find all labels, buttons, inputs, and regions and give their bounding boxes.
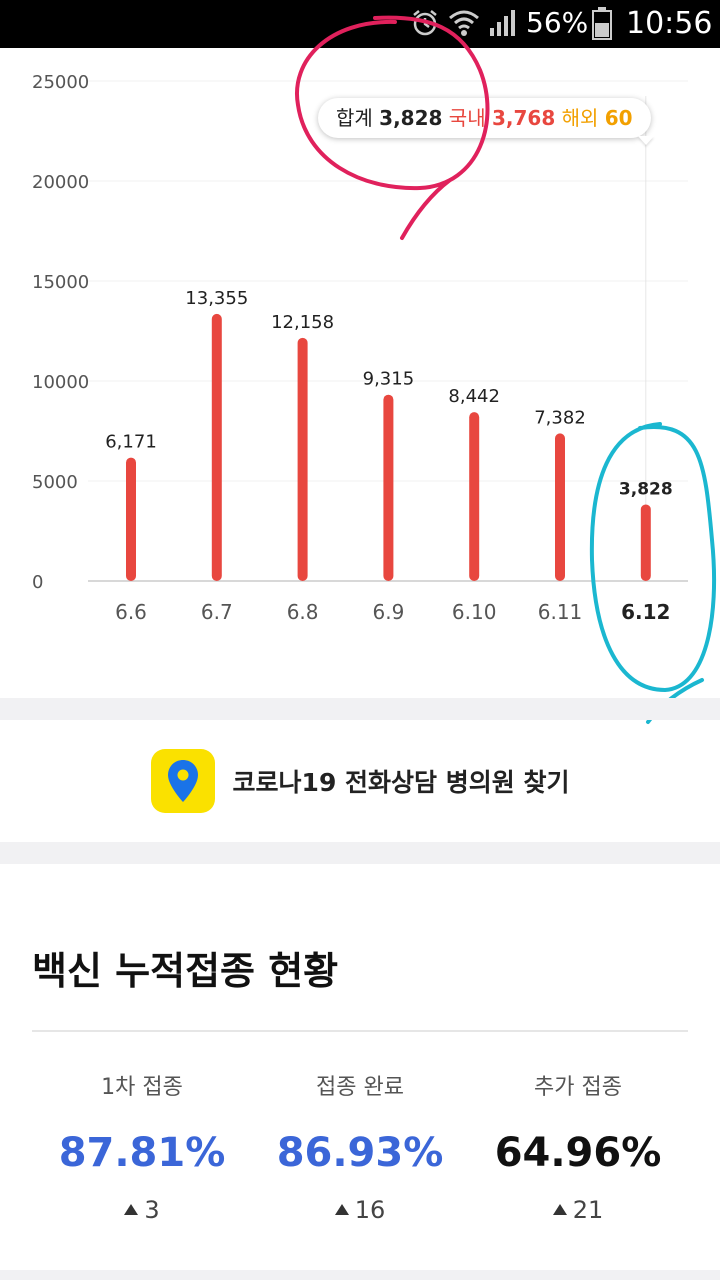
daily-cases-chart: 0 5000 10000 15000 20000 25000 6,171 6.6 13,355 6… [0,48,720,698]
vaccine-stat-complete: 접종 완료 86.93% 16 [250,1068,470,1224]
bar-value-label: 13,355 [185,288,248,309]
up-triangle-icon [334,1204,349,1215]
signal-icon [488,8,516,42]
clinic-finder-link[interactable]: 코로나19 전화상담 병의원 찾기 [0,720,720,842]
tooltip-domestic-value: 3,768 [491,106,556,130]
stat-percentage: 87.81% [58,1130,226,1176]
clock: 10:56 [626,6,713,41]
bar-value-label: 7,382 [534,407,586,428]
stat-change: 3 [32,1196,252,1224]
stat-percentage: 86.93% [276,1130,444,1176]
bar [297,337,308,581]
y-tick-label: 5000 [32,472,78,493]
y-tick-label: 10000 [32,372,89,393]
x-tick-label: 6.10 [452,600,497,624]
y-tick-label: 15000 [32,272,89,293]
stat-change-value: 21 [572,1196,604,1224]
up-triangle-icon [552,1204,567,1215]
wifi-icon [448,8,480,42]
up-triangle-icon [124,1204,139,1215]
y-tick-label: 25000 [32,72,89,93]
y-tick-label: 0 [32,572,43,593]
stat-change: 16 [250,1196,470,1224]
stat-change-value: 3 [144,1196,160,1224]
y-tick-label: 20000 [32,172,89,193]
bar [126,457,136,581]
tooltip-total-value: 3,828 [379,106,443,130]
bar-value-label: 9,315 [363,369,415,390]
divider [32,1030,688,1032]
x-tick-label: 6.8 [287,600,319,624]
tooltip-pointer [638,136,654,145]
bar [469,412,480,581]
alarm-icon [410,8,440,42]
section-separator [0,698,720,720]
tooltip-domestic-label: 국내 [448,106,486,130]
bar-chart: 0 5000 10000 15000 20000 25000 6,171 6.6 13,355 6… [32,72,688,624]
bar-value-label: 6,171 [105,432,157,453]
vaccine-section-title: 백신 누적접종 현황 [32,949,339,993]
x-tick-label: 6.7 [201,600,233,624]
stat-label: 추가 접종 [534,1075,622,1100]
tooltip-total-label: 합계 [336,106,373,130]
bar-value-label: 3,828 [619,479,673,499]
stat-label: 1차 접종 [101,1075,183,1100]
x-tick-label: 6.9 [372,600,404,624]
stat-change: 21 [468,1196,688,1224]
tooltip-overseas-label: 해외 [561,106,599,130]
vaccine-stat-booster: 추가 접종 64.96% 21 [468,1068,688,1224]
bar-value-label: 12,158 [271,312,334,333]
section-separator [0,842,720,864]
stat-change-value: 16 [354,1196,386,1224]
x-tick-label: 6.6 [115,600,147,624]
bar [383,394,394,581]
bar [555,433,565,581]
clinic-finder-label: 코로나19 전화상담 병의원 찾기 [232,768,570,797]
chart-tooltip: 합계 3,828 국내 3,768 해외 60 [318,98,651,138]
tooltip-overseas-value: 60 [604,106,633,130]
vaccine-stat-first-dose: 1차 접종 87.81% 3 [32,1068,252,1224]
map-pin-icon [150,749,215,813]
battery-icon [592,6,612,44]
x-tick-label: 6.12 [621,600,670,624]
battery-percentage: 56% [526,6,589,39]
bar [211,313,222,581]
status-bar: 56% 10:56 [0,0,720,48]
x-tick-label: 6.11 [538,600,583,624]
stat-label: 접종 완료 [316,1075,404,1100]
section-separator [0,1270,720,1280]
stat-percentage: 64.96% [494,1130,662,1176]
bar-value-label: 8,442 [448,386,500,407]
bar [640,504,651,581]
